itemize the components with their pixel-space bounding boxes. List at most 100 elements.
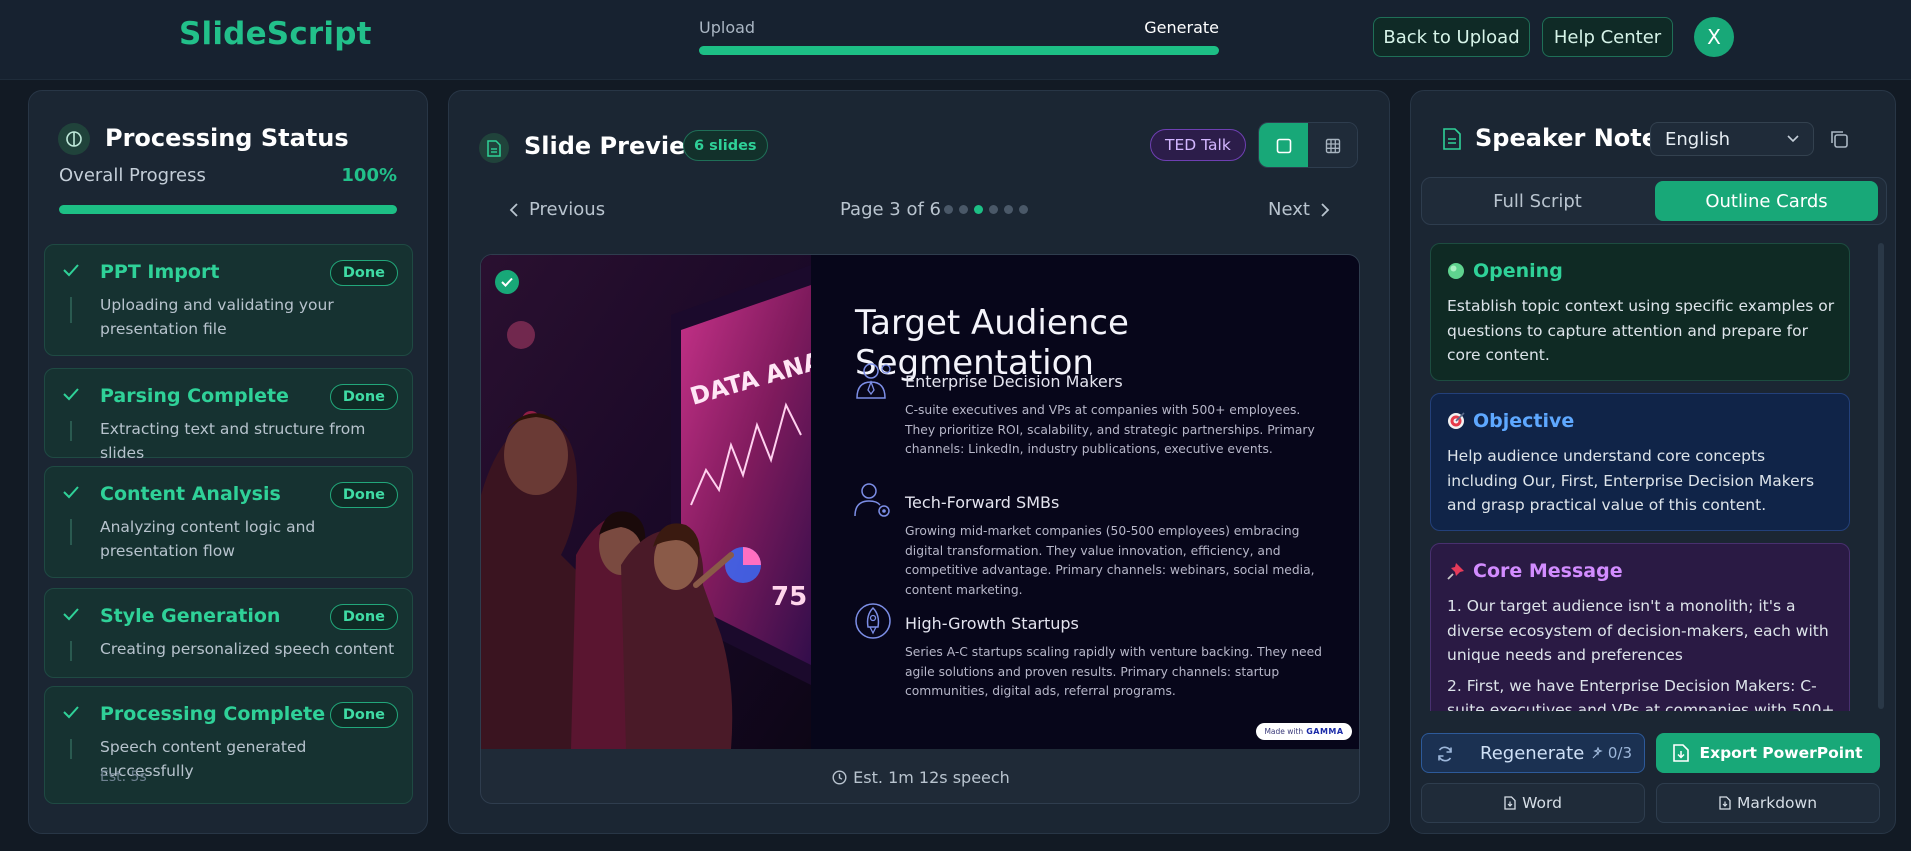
help-center-button[interactable]: Help Center (1542, 17, 1673, 57)
tab-full-script[interactable]: Full Script (1422, 178, 1653, 224)
page-dot[interactable] (959, 205, 968, 214)
page-dot[interactable] (974, 205, 983, 214)
speech-estimate-label: Est. 1m 12s speech (853, 767, 1010, 787)
file-icon (1504, 796, 1516, 810)
export-word-button[interactable]: Word (1421, 783, 1645, 823)
overall-progress-value: 100% (341, 165, 397, 186)
next-button[interactable]: Next (1268, 199, 1330, 220)
status-badge: Done (329, 260, 398, 286)
progress-end-label: Generate (1144, 18, 1219, 37)
step-description: Extracting text and structure from slide… (100, 420, 366, 462)
back-to-upload-button[interactable]: Back to Upload (1373, 17, 1530, 57)
slide-title: Target Audience Segmentation (855, 303, 1129, 383)
style-tag[interactable]: TED Talk (1150, 129, 1246, 161)
slide-canvas: DATA ANALYS 75 Target Audience Segmentat… (481, 255, 1359, 749)
outline-cards-list: Opening Establish topic context using sp… (1430, 243, 1850, 711)
square-icon (1276, 138, 1291, 154)
outline-card-objective: Objective Help audience understand core … (1430, 393, 1850, 531)
previous-button[interactable]: Previous (509, 199, 605, 220)
sparkle-icon (1592, 747, 1603, 759)
markdown-label: Markdown (1736, 794, 1818, 812)
notes-icon (1443, 128, 1461, 150)
page-dot[interactable] (1019, 205, 1028, 214)
chevron-right-icon (1321, 202, 1330, 217)
target-icon (1448, 412, 1465, 429)
single-view-button[interactable] (1259, 123, 1308, 167)
outline-card-opening: Opening Establish topic context using sp… (1430, 243, 1850, 381)
executive-icon (856, 363, 891, 399)
step-estimate: Est. 5s (100, 769, 147, 785)
speech-estimate: Est. 1m 12s speech (481, 749, 1359, 803)
language-value: English (1665, 128, 1730, 150)
panel-title: Slide Preview (524, 132, 708, 160)
page-dot[interactable] (989, 205, 998, 214)
file-icon (1719, 796, 1731, 810)
step-title: Processing Complete (100, 703, 326, 725)
word-label: Word (1522, 794, 1562, 812)
step-connector (70, 641, 72, 661)
green-circle-icon (1448, 263, 1464, 279)
page-label: Page 3 of 6 (840, 199, 941, 220)
brain-icon (58, 123, 90, 155)
slide-item-heading: High-Growth Startups (905, 614, 1079, 633)
step-parsing: Parsing Complete Done Extracting text an… (44, 368, 413, 462)
previous-label: Previous (529, 199, 606, 220)
chevron-left-icon (509, 202, 518, 217)
step-processing-complete: Processing Complete Done Speech content … (44, 686, 413, 804)
regenerate-button[interactable]: Regenerate 0/3 (1421, 733, 1645, 773)
check-icon (63, 706, 79, 719)
card-body: Help audience understand core concepts i… (1447, 447, 1815, 514)
step-title: PPT Import (100, 261, 220, 283)
cards-scrollbar[interactable] (1878, 243, 1884, 709)
slide-item-text: Series A-C startups scaling rapidly with… (905, 645, 1322, 698)
check-icon (63, 264, 79, 277)
slide-item-heading: Enterprise Decision Makers (905, 372, 1123, 391)
check-icon (63, 608, 79, 621)
user-avatar[interactable]: X (1694, 17, 1734, 57)
document-icon (479, 133, 509, 163)
progress-start-label: Upload (699, 18, 756, 37)
step-ppt-import: PPT Import Done Uploading and validating… (44, 244, 413, 356)
page-dot[interactable] (944, 205, 953, 214)
clock-icon (832, 769, 847, 785)
tab-outline-cards[interactable]: Outline Cards (1655, 181, 1878, 221)
slide-preview-panel: Slide Preview 6 slides TED Talk Previous… (448, 90, 1390, 834)
card-title: Core Message (1473, 560, 1623, 582)
core-point-1: 1. Our target audience isn't a monolith;… (1447, 597, 1829, 664)
slide-item-heading: Tech-Forward SMBs (905, 493, 1060, 512)
core-point-2: 2. First, we have Enterprise Decision Ma… (1447, 676, 1835, 712)
refresh-icon (1438, 746, 1452, 762)
step-title: Parsing Complete (100, 385, 289, 407)
export-powerpoint-button[interactable]: Export PowerPoint (1656, 733, 1880, 773)
slide-card[interactable]: DATA ANALYS 75 Target Audience Segmentat… (480, 254, 1360, 804)
processing-status-panel: Processing Status Overall Progress 100% … (28, 90, 428, 834)
check-icon (63, 388, 79, 401)
step-description: Analyzing content logic and presentation… (100, 518, 316, 560)
next-label: Next (1268, 199, 1310, 220)
pushpin-icon (1447, 563, 1464, 580)
panel-title: Processing Status (105, 124, 349, 152)
page-dots (944, 205, 1028, 214)
check-icon (63, 486, 79, 499)
photo-screen-number: 75 (771, 582, 807, 612)
export-markdown-button[interactable]: Markdown (1656, 783, 1880, 823)
card-title: Opening (1473, 260, 1563, 282)
chevron-down-icon (1787, 135, 1799, 143)
slide-count-badge: 6 slides (683, 130, 768, 161)
regenerate-label: Regenerate (1480, 743, 1585, 764)
team-gear-icon (854, 483, 890, 517)
step-description: Creating personalized speech content (100, 640, 395, 658)
card-body: 1. Our target audience isn't a monolith;… (1447, 594, 1839, 711)
top-bar: SlideScript Upload Generate Back to Uplo… (0, 0, 1911, 80)
page-dot[interactable] (1004, 205, 1013, 214)
slide-photo: DATA ANALYS 75 (481, 255, 811, 749)
outline-card-core-message: Core Message 1. Our target audience isn'… (1430, 543, 1850, 711)
slide-item-text: Growing mid-market companies (50-500 emp… (905, 524, 1315, 597)
status-badge: Done (329, 384, 398, 410)
copy-icon[interactable] (1829, 129, 1849, 149)
grid-view-button[interactable] (1308, 123, 1357, 167)
panel-title: Speaker Notes (1475, 124, 1673, 152)
language-select[interactable]: English (1650, 122, 1814, 156)
status-badge: Done (329, 604, 398, 630)
step-content-analysis: Content Analysis Done Analyzing content … (44, 466, 413, 578)
